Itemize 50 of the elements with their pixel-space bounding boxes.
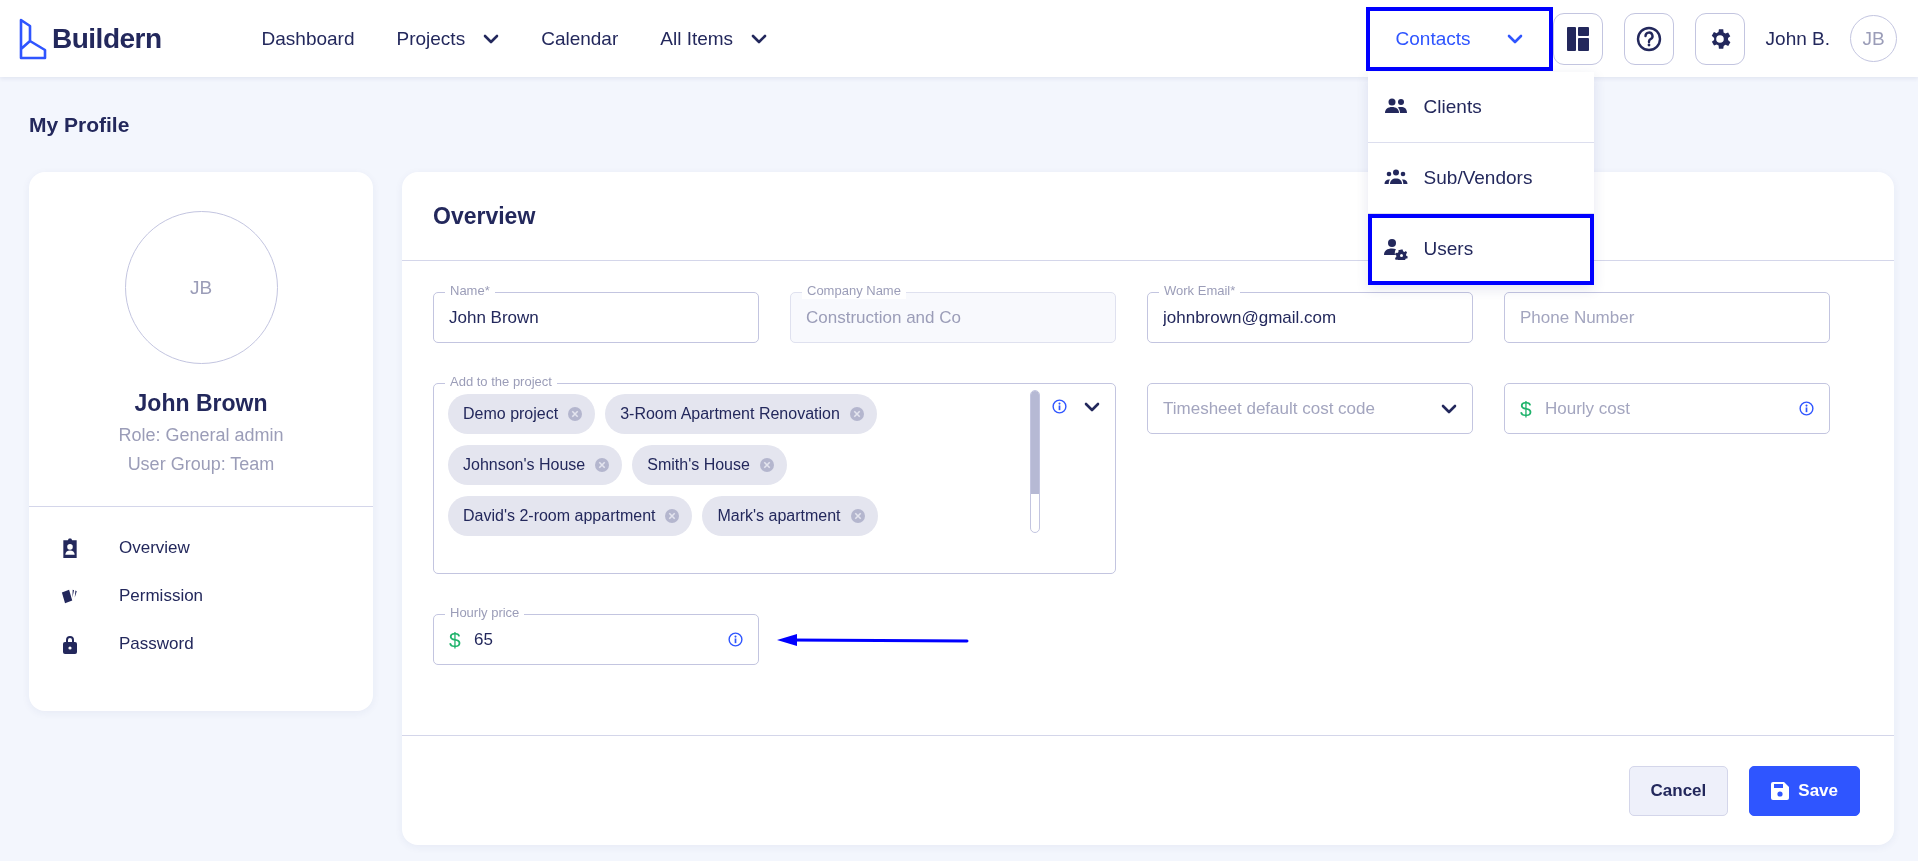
- lock-icon: [61, 634, 79, 654]
- help-icon[interactable]: [1635, 25, 1662, 52]
- profile-group: User Group: Team: [127, 454, 275, 475]
- dropdown-field[interactable]: Timesheet default cost code: [1147, 383, 1473, 434]
- tag-label: Smith's House: [647, 456, 750, 474]
- info-icon[interactable]: [728, 632, 743, 647]
- remove-icon[interactable]: [848, 406, 865, 422]
- field-label: Add to the project: [445, 374, 557, 390]
- nav-link[interactable]: Calendar: [541, 27, 619, 50]
- remove-icon[interactable]: [758, 457, 775, 473]
- remove-icon[interactable]: [849, 508, 866, 524]
- remove-icon[interactable]: [567, 406, 584, 422]
- remove-icon[interactable]: [664, 508, 681, 524]
- layout-icon[interactable]: [1566, 26, 1589, 51]
- tag-label: Demo project: [463, 405, 559, 423]
- profile-name: John Brown: [134, 390, 268, 417]
- chevron-down-icon: [1506, 33, 1523, 44]
- save-button[interactable]: Save: [1749, 765, 1860, 816]
- tag-label: David's 2-room appartment: [463, 507, 656, 525]
- user-gear-icon: [1383, 238, 1408, 260]
- sidebar-item[interactable]: Password: [49, 629, 206, 659]
- currency-symbol: $: [1520, 396, 1532, 421]
- chevron-down-icon: [751, 33, 768, 44]
- chevron-down-icon: [1084, 401, 1100, 412]
- tag-label: 3-Room Apartment Renovation: [620, 405, 840, 423]
- badge-icon: [61, 538, 79, 558]
- menu-item[interactable]: Clients: [1367, 71, 1594, 143]
- info-icon[interactable]: [1799, 401, 1814, 416]
- user-name: John B.: [1765, 27, 1830, 50]
- chevron-down-icon: [1441, 403, 1457, 414]
- tag-label: Mark's apartment: [717, 507, 841, 525]
- menu-item[interactable]: Users: [1367, 213, 1594, 285]
- page-title: My Profile: [29, 111, 130, 138]
- chevron-down-icon: [483, 33, 500, 44]
- logo-icon: [18, 16, 48, 61]
- nav-link[interactable]: All Items: [660, 27, 768, 50]
- nav-link[interactable]: Projects: [396, 27, 500, 50]
- profile-role: Role: General admin: [118, 425, 284, 446]
- cancel-button[interactable]: Cancel: [1628, 765, 1729, 816]
- sidebar-item[interactable]: Permission: [49, 581, 216, 611]
- input-field[interactable]: Phone Number: [1504, 292, 1830, 343]
- sidebar-item[interactable]: Overview: [49, 533, 202, 563]
- menu-item[interactable]: Sub/Vendors: [1367, 142, 1594, 214]
- remove-icon[interactable]: [594, 457, 611, 473]
- contacts-dropdown[interactable]: Contacts: [1365, 6, 1553, 71]
- info-icon[interactable]: [1052, 399, 1067, 414]
- nav-link[interactable]: Dashboard: [261, 27, 355, 50]
- logo-text: Buildern: [52, 22, 162, 55]
- tag-label: Johnson's House: [463, 456, 586, 474]
- currency-symbol: $: [449, 627, 461, 652]
